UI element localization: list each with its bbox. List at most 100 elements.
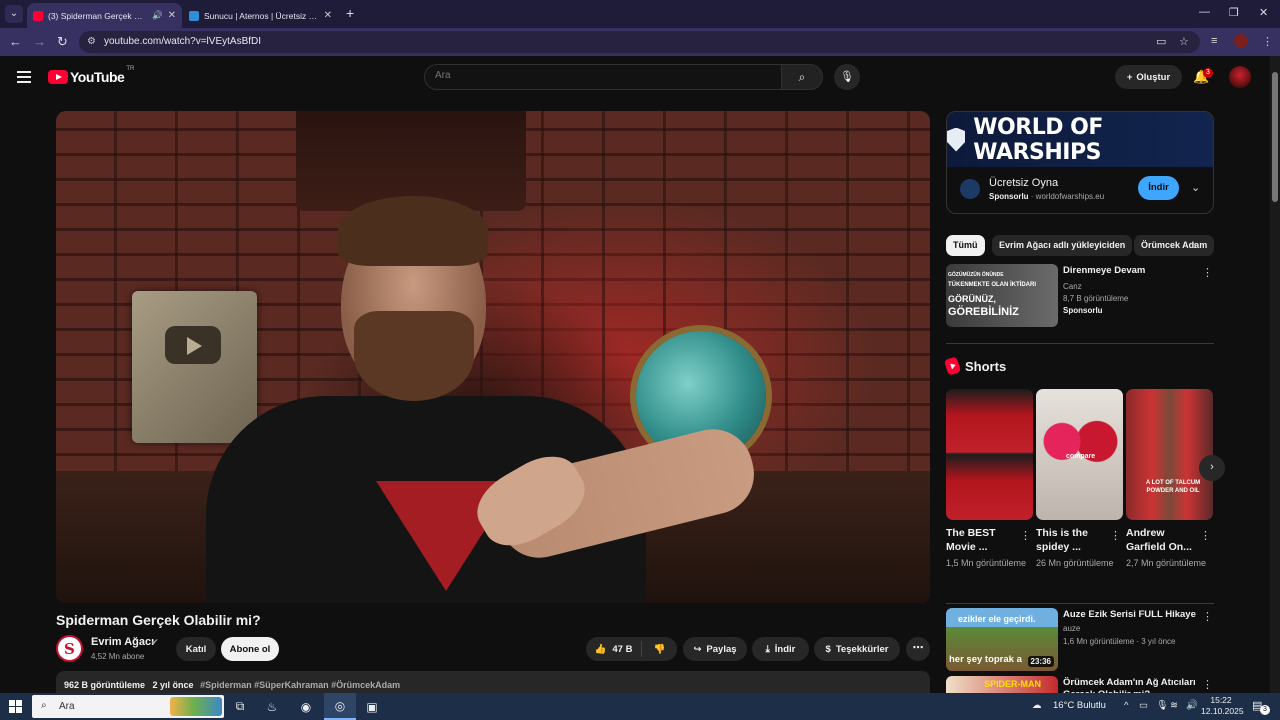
steam-icon[interactable]: ♨ bbox=[256, 693, 288, 720]
short-thumbnail[interactable]: compare bbox=[1036, 389, 1123, 520]
close-tab-icon[interactable]: ✕ bbox=[168, 10, 176, 21]
hashtags[interactable]: #Spiderman #SüperKahraman #ÖrümcekAdam bbox=[200, 680, 400, 690]
back-icon[interactable]: ← bbox=[9, 34, 22, 49]
short-item[interactable]: A LOT OF TALCUM POWDER AND OIL Andrew Ga… bbox=[1126, 389, 1213, 570]
youtube-award-plaque bbox=[132, 291, 257, 443]
like-button[interactable]: 👍 47 B bbox=[586, 641, 642, 657]
app-icon[interactable]: ◉ bbox=[290, 693, 322, 720]
youtube-logo[interactable]: YouTube TR bbox=[48, 66, 134, 85]
rec-channel[interactable]: auze bbox=[1063, 624, 1080, 633]
chevron-right-icon[interactable]: › bbox=[1193, 240, 1197, 252]
tray-overflow-icon[interactable]: ^ bbox=[1124, 700, 1128, 711]
more-vertical-icon[interactable]: ⋮ bbox=[1202, 678, 1213, 691]
more-vertical-icon[interactable]: ⋮ bbox=[1200, 529, 1211, 542]
video-player[interactable] bbox=[56, 111, 930, 603]
rec-title[interactable]: Direnmeye Devam bbox=[1063, 265, 1198, 277]
rec-title[interactable]: Auze Ezik Serisi FULL Hikaye bbox=[1063, 609, 1198, 621]
thumb-text: GÖRÜNÜZ, bbox=[948, 294, 996, 304]
more-vertical-icon[interactable]: ⋮ bbox=[1202, 266, 1213, 279]
chevron-down-icon[interactable]: ⌄ bbox=[1191, 181, 1200, 194]
weather-text[interactable]: 16°C Bulutlu bbox=[1053, 700, 1106, 711]
close-window-icon[interactable]: ✕ bbox=[1259, 6, 1268, 19]
recommendation-item[interactable]: ezikler ele geçirdi. her şey toprak a 23… bbox=[946, 608, 1214, 672]
tab-aternos[interactable]: Sunucu | Aternos | Ücretsiz Minecraft ✕ bbox=[183, 3, 338, 28]
youtube-play-icon bbox=[48, 70, 68, 84]
more-vertical-icon[interactable]: ⋮ bbox=[1202, 610, 1213, 623]
cast-icon[interactable]: ▭ bbox=[1156, 35, 1166, 48]
forward-icon[interactable]: → bbox=[33, 34, 46, 49]
logo-text: YouTube bbox=[70, 69, 125, 85]
new-tab-button[interactable]: + bbox=[346, 5, 354, 21]
ad-download-button[interactable]: İndir bbox=[1138, 176, 1179, 200]
more-vertical-icon[interactable]: ⋮ bbox=[1020, 529, 1031, 542]
verified-check-icon: ✔ bbox=[151, 637, 159, 647]
rec-title[interactable]: Örümcek Adam'ın Ağ Atıcıları Gerçek Olab… bbox=[1063, 677, 1198, 693]
microphone-icon[interactable]: 🎙 bbox=[1156, 700, 1168, 711]
search-box[interactable] bbox=[424, 64, 782, 90]
search-highlight-image[interactable] bbox=[170, 697, 222, 716]
rec-thumbnail[interactable]: SPIDER-MAN bbox=[946, 676, 1058, 693]
search-button[interactable]: ⌕ bbox=[781, 64, 823, 90]
scrollbar-thumb[interactable] bbox=[1272, 72, 1278, 202]
minecraft-icon[interactable]: ▣ bbox=[356, 693, 388, 720]
tab-youtube[interactable]: (3) Spiderman Gerçek Olabilir mi? 🔊 ✕ bbox=[27, 3, 182, 28]
sponsored-ad-card[interactable]: WORLD OF WARSHIPS Ücretsiz Oyna Sponsorl… bbox=[946, 111, 1214, 214]
join-button[interactable]: Katıl bbox=[176, 637, 216, 661]
channel-avatar[interactable] bbox=[56, 635, 83, 662]
share-button[interactable]: ↪ Paylaş bbox=[683, 637, 747, 661]
taskbar-search[interactable]: ⌕ Ara bbox=[32, 695, 224, 718]
chip-all[interactable]: Tümü bbox=[946, 235, 985, 256]
short-title[interactable]: The BEST Movie ... bbox=[946, 526, 1016, 554]
weather-icon[interactable]: ☁ bbox=[1032, 700, 1042, 711]
bookmark-star-icon[interactable]: ☆ bbox=[1179, 35, 1189, 48]
browser-profile-avatar[interactable] bbox=[1234, 34, 1248, 48]
recommendation-item[interactable]: GÖZÜMÜZÜN ÖNÜNDE TÜKENMEKTE OLAN İKTİDAR… bbox=[946, 264, 1214, 328]
short-thumbnail[interactable] bbox=[946, 389, 1033, 520]
site-info-icon[interactable]: ⚙ bbox=[87, 36, 96, 47]
voice-search-button[interactable]: 🎙 bbox=[834, 64, 860, 90]
short-title[interactable]: This is the spidey ... bbox=[1036, 526, 1106, 554]
download-button[interactable]: ⤓ İndir bbox=[752, 637, 809, 661]
subscribe-button[interactable]: Abone ol bbox=[221, 637, 279, 661]
chip-from-uploader[interactable]: Evrim Ağacı adlı yükleyiciden bbox=[992, 235, 1133, 256]
recommendation-item[interactable]: SPIDER-MAN Örümcek Adam'ın Ağ Atıcıları … bbox=[946, 676, 1214, 693]
browser-menu-icon[interactable]: ⋮ bbox=[1262, 35, 1273, 48]
create-button[interactable]: + Oluştur bbox=[1115, 65, 1182, 89]
audio-icon[interactable]: 🔊 bbox=[152, 10, 163, 21]
restore-icon[interactable]: ❐ bbox=[1229, 6, 1239, 19]
short-title[interactable]: Andrew Garfield On... bbox=[1126, 526, 1196, 554]
rec-channel[interactable]: Canz bbox=[1063, 282, 1082, 291]
media-controls-icon[interactable]: ≡ bbox=[1211, 35, 1217, 47]
network-icon[interactable]: ▭ bbox=[1139, 700, 1148, 711]
close-tab-icon[interactable]: ✕ bbox=[324, 10, 332, 21]
short-item[interactable]: The BEST Movie ... 1,5 Mn görüntüleme ⋮ bbox=[946, 389, 1033, 570]
minimize-icon[interactable]: — bbox=[1199, 6, 1210, 18]
rec-thumbnail[interactable]: GÖZÜMÜZÜN ÖNÜNDE TÜKENMEKTE OLAN İKTİDAR… bbox=[946, 264, 1058, 327]
more-actions-button[interactable]: ⋯ bbox=[906, 637, 930, 661]
dislike-button[interactable]: 👎 bbox=[642, 644, 677, 655]
rec-thumbnail[interactable]: ezikler ele geçirdi. her şey toprak a 23… bbox=[946, 608, 1058, 671]
chrome-icon[interactable]: ◎ bbox=[324, 693, 356, 720]
address-bar[interactable]: ⚙ youtube.com/watch?v=lVEytAsBfDI ▭ ☆ bbox=[79, 31, 1200, 53]
task-view-icon[interactable]: ⧉ bbox=[224, 693, 256, 720]
taskbar-clock[interactable]: 15:22 12.10.2025 bbox=[1201, 695, 1244, 717]
chip-spiderman[interactable]: Örümcek Adam bbox=[1134, 235, 1214, 256]
hamburger-menu-icon[interactable] bbox=[17, 71, 31, 86]
ad-banner[interactable]: WORLD OF WARSHIPS bbox=[947, 112, 1213, 167]
more-vertical-icon[interactable]: ⋮ bbox=[1110, 529, 1121, 542]
url-text[interactable]: youtube.com/watch?v=lVEytAsBfDI bbox=[104, 36, 261, 47]
ad-title[interactable]: Ücretsiz Oyna bbox=[989, 177, 1058, 189]
channel-name[interactable]: Evrim Ağacı bbox=[91, 636, 154, 648]
tab-search-button[interactable]: ⌄ bbox=[5, 5, 23, 23]
search-input[interactable] bbox=[435, 70, 755, 81]
volume-icon[interactable]: 🔊 bbox=[1186, 700, 1198, 711]
reload-icon[interactable]: ↻ bbox=[57, 34, 68, 50]
wifi-icon[interactable]: ≋ bbox=[1170, 700, 1178, 711]
user-avatar[interactable] bbox=[1229, 66, 1251, 88]
thanks-button[interactable]: $ Teşekkürler bbox=[814, 637, 900, 661]
short-thumbnail[interactable]: A LOT OF TALCUM POWDER AND OIL bbox=[1126, 389, 1213, 520]
windows-start-icon[interactable] bbox=[9, 700, 22, 713]
rec-meta: 1,6 Mn görüntüleme · 3 yıl önce bbox=[1063, 637, 1176, 646]
short-item[interactable]: compare This is the spidey ... 26 Mn gör… bbox=[1036, 389, 1123, 570]
shorts-next-button[interactable]: › bbox=[1199, 455, 1225, 481]
